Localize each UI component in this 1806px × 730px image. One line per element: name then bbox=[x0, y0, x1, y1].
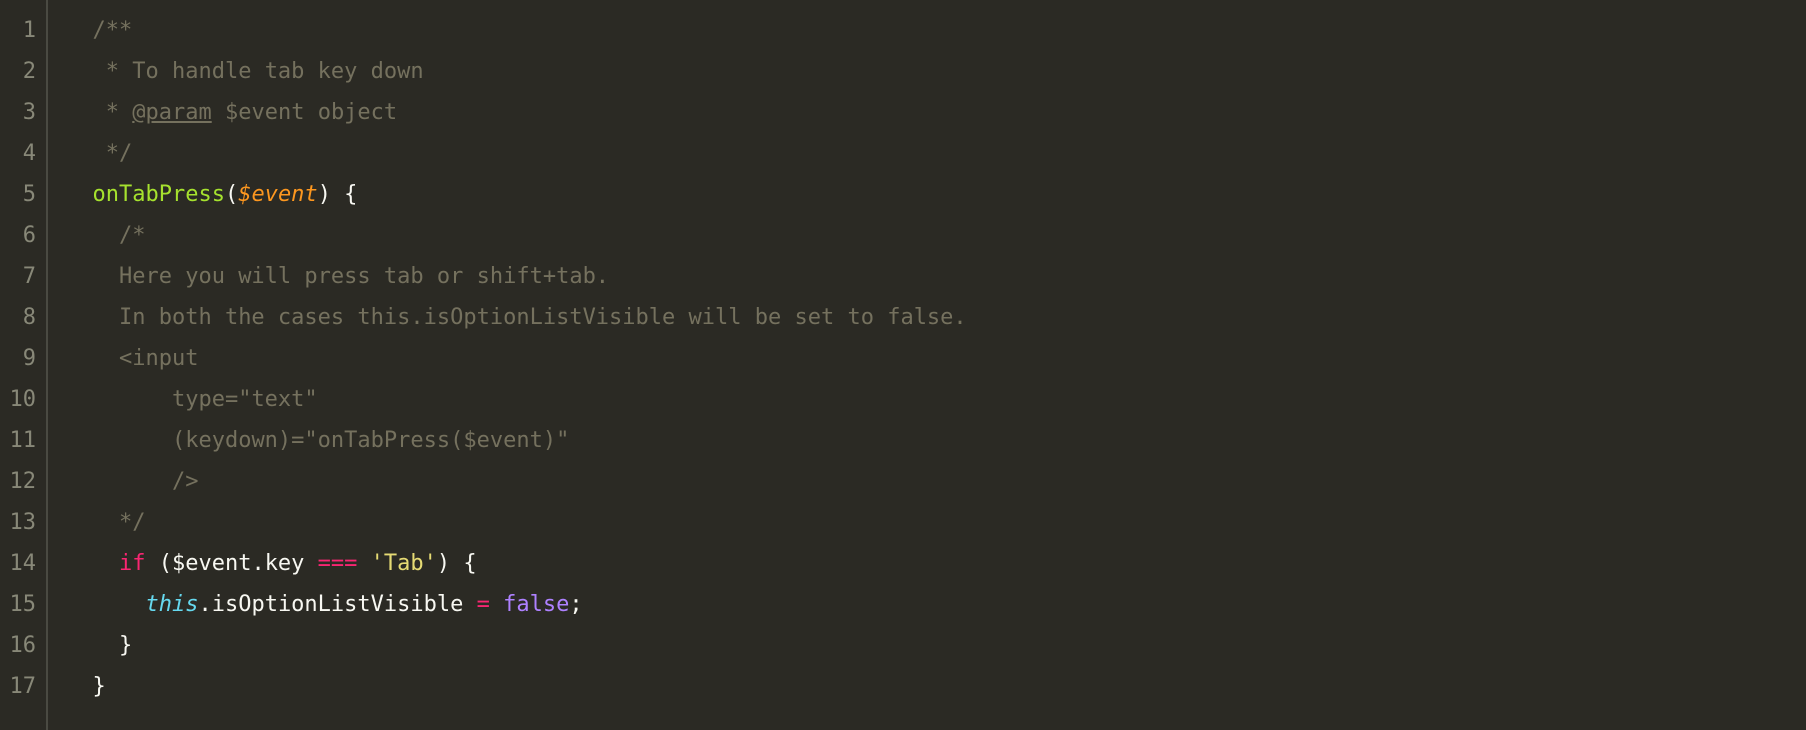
line-number: 4 bbox=[4, 133, 38, 174]
string-literal: 'Tab' bbox=[371, 546, 437, 581]
property: .isOptionListVisible bbox=[198, 587, 476, 622]
code-text: ($event.key bbox=[145, 546, 317, 581]
code-line[interactable]: } bbox=[66, 625, 1806, 666]
line-number: 8 bbox=[4, 297, 38, 338]
comment: $event object bbox=[212, 95, 397, 130]
comment: <input bbox=[119, 341, 198, 376]
operator: = bbox=[477, 587, 490, 622]
code-line[interactable]: if ($event.key === 'Tab') { bbox=[66, 543, 1806, 584]
code-line[interactable]: /** bbox=[66, 10, 1806, 51]
code-line[interactable]: } bbox=[66, 666, 1806, 707]
line-number: 14 bbox=[4, 543, 38, 584]
comment: * bbox=[106, 95, 133, 130]
keyword-this: this bbox=[145, 587, 198, 622]
comment: type="text" bbox=[172, 382, 318, 417]
code-line[interactable]: this.isOptionListVisible = false; bbox=[66, 584, 1806, 625]
code-line[interactable]: Here you will press tab or shift+tab. bbox=[66, 256, 1806, 297]
code-line[interactable]: /* bbox=[66, 215, 1806, 256]
line-number: 6 bbox=[4, 215, 38, 256]
code-editor[interactable]: 1 2 3 4 5 6 7 8 9 10 11 12 13 14 15 16 1… bbox=[0, 0, 1806, 730]
comment: In both the cases this.isOptionListVisib… bbox=[119, 300, 967, 335]
line-number: 7 bbox=[4, 256, 38, 297]
operator: === bbox=[318, 546, 358, 581]
comment: /> bbox=[172, 464, 199, 499]
code-line[interactable]: /> bbox=[66, 461, 1806, 502]
line-number: 3 bbox=[4, 92, 38, 133]
comment: /* bbox=[119, 218, 146, 253]
comment: * To handle tab key down bbox=[106, 54, 424, 89]
line-number-gutter: 1 2 3 4 5 6 7 8 9 10 11 12 13 14 15 16 1… bbox=[0, 0, 48, 730]
code-area[interactable]: /** * To handle tab key down * @param $e… bbox=[48, 0, 1806, 730]
line-number: 2 bbox=[4, 51, 38, 92]
comment: Here you will press tab or shift+tab. bbox=[119, 259, 609, 294]
param: $event bbox=[238, 177, 317, 212]
punct: ; bbox=[569, 587, 582, 622]
code-line[interactable]: <input bbox=[66, 338, 1806, 379]
code-line[interactable]: onTabPress($event) { bbox=[66, 174, 1806, 215]
comment: */ bbox=[106, 136, 133, 171]
punct: ) { bbox=[318, 177, 358, 212]
punct: ( bbox=[225, 177, 238, 212]
comment: */ bbox=[119, 505, 146, 540]
line-number: 1 bbox=[4, 10, 38, 51]
function-name: onTabPress bbox=[93, 177, 225, 212]
code-line[interactable]: * To handle tab key down bbox=[66, 51, 1806, 92]
code-line[interactable]: */ bbox=[66, 502, 1806, 543]
boolean-literal: false bbox=[503, 587, 569, 622]
line-number: 11 bbox=[4, 420, 38, 461]
keyword-if: if bbox=[119, 546, 146, 581]
line-number: 17 bbox=[4, 666, 38, 707]
comment: (keydown)="onTabPress($event)" bbox=[172, 423, 569, 458]
comment: /** bbox=[93, 13, 133, 48]
line-number: 13 bbox=[4, 502, 38, 543]
line-number: 10 bbox=[4, 379, 38, 420]
line-number: 5 bbox=[4, 174, 38, 215]
jsdoc-tag: @param bbox=[132, 95, 211, 130]
punct: } bbox=[119, 628, 132, 663]
code-line[interactable]: (keydown)="onTabPress($event)" bbox=[66, 420, 1806, 461]
code-line[interactable]: type="text" bbox=[66, 379, 1806, 420]
punct: ) { bbox=[437, 546, 477, 581]
line-number: 16 bbox=[4, 625, 38, 666]
code-line[interactable]: */ bbox=[66, 133, 1806, 174]
code-line[interactable]: In both the cases this.isOptionListVisib… bbox=[66, 297, 1806, 338]
line-number: 12 bbox=[4, 461, 38, 502]
code-line[interactable]: * @param $event object bbox=[66, 92, 1806, 133]
line-number: 9 bbox=[4, 338, 38, 379]
line-number: 15 bbox=[4, 584, 38, 625]
punct: } bbox=[93, 669, 106, 704]
